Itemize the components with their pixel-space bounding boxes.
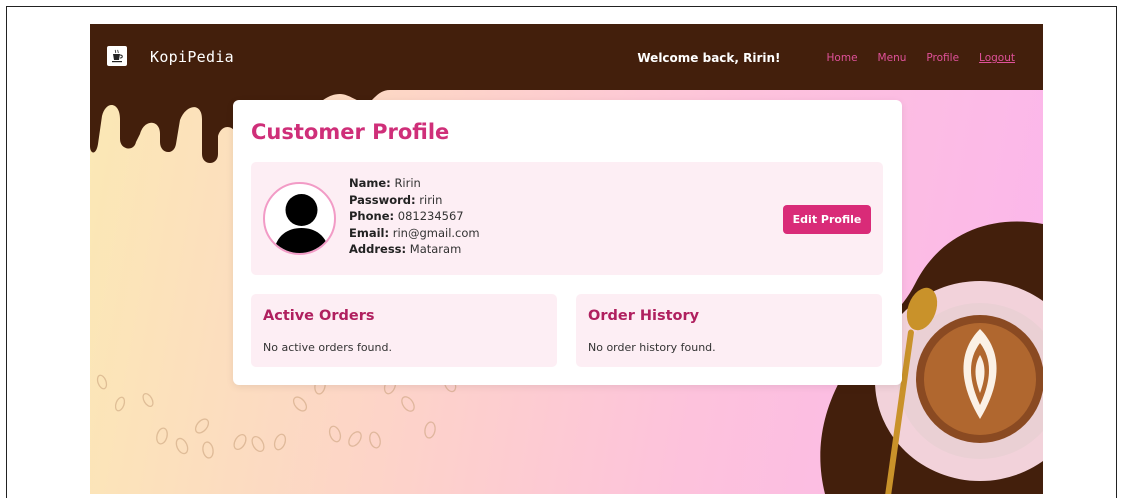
coffee-cup-icon[interactable] — [107, 46, 127, 66]
user-avatar-icon — [263, 182, 336, 255]
profile-info: Name: Ririn Password: ririn Phone: 08123… — [349, 175, 480, 258]
address-value: Mataram — [409, 242, 462, 256]
top-navbar: KopiPedia Welcome back, Ririn! Home Menu… — [90, 24, 1043, 90]
phone-value: 081234567 — [397, 209, 464, 223]
active-orders-panel: Active Orders No active orders found. — [251, 294, 557, 367]
active-orders-title: Active Orders — [263, 308, 375, 324]
active-orders-message: No active orders found. — [263, 341, 392, 354]
nav-link-home[interactable]: Home — [827, 52, 858, 64]
name-value: Ririn — [394, 176, 421, 190]
brand-name[interactable]: KopiPedia — [150, 48, 234, 66]
nav-links: Welcome back, Ririn! Home Menu Profile L… — [637, 51, 1015, 65]
page-title: Customer Profile — [251, 120, 450, 144]
password-value: ririn — [419, 192, 443, 207]
nav-link-logout[interactable]: Logout — [979, 52, 1015, 64]
welcome-message: Welcome back, Ririn! — [637, 51, 781, 65]
profile-details-box: Name: Ririn Password: ririn Phone: 08123… — [251, 162, 883, 275]
profile-address-row: Address: Mataram — [349, 241, 480, 258]
order-history-message: No order history found. — [588, 341, 716, 354]
address-label: Address: — [349, 242, 407, 256]
nav-link-profile[interactable]: Profile — [926, 52, 959, 64]
profile-email-row: Email: rin@gmail.com — [349, 225, 480, 242]
password-label: Password: — [349, 192, 416, 207]
email-value: rin@gmail.com — [392, 225, 480, 240]
email-label: Email: — [349, 225, 390, 240]
app-window: KopiPedia Welcome back, Ririn! Home Menu… — [90, 24, 1043, 494]
profile-name-row: Name: Ririn — [349, 175, 480, 192]
order-history-panel: Order History No order history found. — [576, 294, 882, 367]
phone-label: Phone: — [349, 209, 395, 223]
name-label: Name: — [349, 176, 391, 190]
profile-card: Customer Profile Name: Ririn Password: r… — [233, 100, 902, 385]
profile-password-row: Password: ririn — [349, 192, 480, 209]
nav-link-menu[interactable]: Menu — [878, 52, 907, 64]
edit-profile-button[interactable]: Edit Profile — [783, 205, 871, 234]
order-history-title: Order History — [588, 308, 700, 324]
profile-phone-row: Phone: 081234567 — [349, 208, 480, 225]
